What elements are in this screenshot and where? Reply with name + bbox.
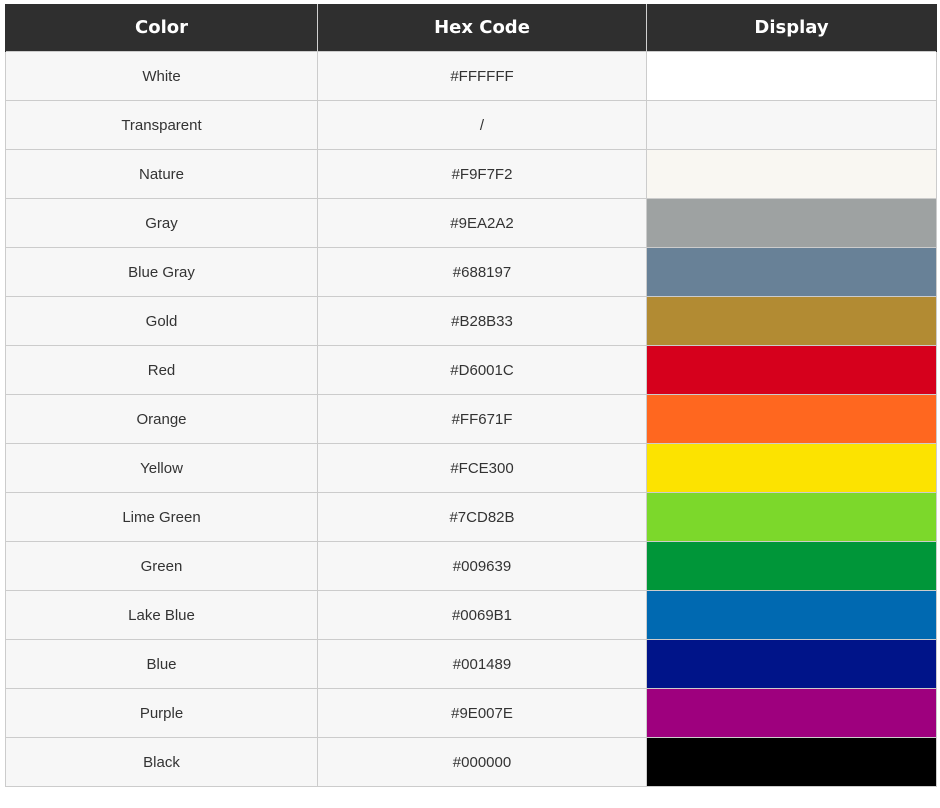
color-name-cell: Lime Green <box>5 492 318 542</box>
display-cell <box>646 100 937 150</box>
hex-code-cell: #9EA2A2 <box>317 198 647 248</box>
color-name-cell: Blue <box>5 639 318 689</box>
table-row: White #FFFFFF <box>5 51 937 101</box>
color-swatch <box>647 493 936 541</box>
header-hex-code: Hex Code <box>317 4 647 52</box>
table-row: Orange #FF671F <box>5 394 937 444</box>
table-row: Blue #001489 <box>5 639 937 689</box>
display-cell <box>646 394 937 444</box>
display-cell <box>646 639 937 689</box>
color-name-cell: Blue Gray <box>5 247 318 297</box>
color-name-cell: Yellow <box>5 443 318 493</box>
color-name-cell: Gold <box>5 296 318 346</box>
hex-code-cell: #001489 <box>317 639 647 689</box>
hex-code-cell: #688197 <box>317 247 647 297</box>
table-row: Green #009639 <box>5 541 937 591</box>
hex-code-cell: #B28B33 <box>317 296 647 346</box>
display-cell <box>646 443 937 493</box>
color-table-container: Color Hex Code Display White #FFFFFF Trans… <box>5 4 937 787</box>
hex-code-cell: #FCE300 <box>317 443 647 493</box>
display-cell <box>646 492 937 542</box>
color-swatch <box>647 444 936 492</box>
hex-code-cell: #D6001C <box>317 345 647 395</box>
display-cell <box>646 688 937 738</box>
color-swatch <box>647 150 936 198</box>
color-name-cell: Lake Blue <box>5 590 318 640</box>
color-swatch <box>647 395 936 443</box>
header-color: Color <box>5 4 318 52</box>
color-swatch <box>647 738 936 786</box>
color-name-cell: Nature <box>5 149 318 199</box>
table-body: White #FFFFFF Transparent / Nature #F9F7F2 Gra… <box>5 51 937 787</box>
color-name-cell: Purple <box>5 688 318 738</box>
display-cell <box>646 296 937 346</box>
hex-code-cell: #7CD82B <box>317 492 647 542</box>
table-row: Red #D6001C <box>5 345 937 395</box>
hex-code-cell: #0069B1 <box>317 590 647 640</box>
table-row: Black #000000 <box>5 737 937 787</box>
display-cell <box>646 51 937 101</box>
table-row: Transparent / <box>5 100 937 150</box>
color-name-cell: Orange <box>5 394 318 444</box>
color-swatch <box>647 199 936 247</box>
color-swatch <box>647 101 936 149</box>
hex-code-cell: #FFFFFF <box>317 51 647 101</box>
color-name-cell: White <box>5 51 318 101</box>
color-swatch <box>647 297 936 345</box>
header-row: Color Hex Code Display <box>5 4 937 52</box>
hex-code-cell: #000000 <box>317 737 647 787</box>
hex-code-cell: #009639 <box>317 541 647 591</box>
display-cell <box>646 590 937 640</box>
color-name-cell: Gray <box>5 198 318 248</box>
display-cell <box>646 541 937 591</box>
hex-code-cell: #FF671F <box>317 394 647 444</box>
header-display: Display <box>646 4 937 52</box>
color-swatch <box>647 640 936 688</box>
color-swatch <box>647 248 936 296</box>
color-swatch <box>647 591 936 639</box>
color-name-cell: Black <box>5 737 318 787</box>
table-row: Purple #9E007E <box>5 688 937 738</box>
color-swatch <box>647 52 936 100</box>
color-name-cell: Green <box>5 541 318 591</box>
table-row: Lime Green #7CD82B <box>5 492 937 542</box>
display-cell <box>646 149 937 199</box>
table-row: Blue Gray #688197 <box>5 247 937 297</box>
table-row: Lake Blue #0069B1 <box>5 590 937 640</box>
hex-code-cell: #9E007E <box>317 688 647 738</box>
color-swatch <box>647 542 936 590</box>
table-row: Yellow #FCE300 <box>5 443 937 493</box>
color-table: Color Hex Code Display White #FFFFFF Trans… <box>5 4 937 787</box>
table-row: Nature #F9F7F2 <box>5 149 937 199</box>
table-header: Color Hex Code Display <box>5 4 937 52</box>
display-cell <box>646 345 937 395</box>
color-name-cell: Red <box>5 345 318 395</box>
hex-code-cell: / <box>317 100 647 150</box>
color-swatch <box>647 346 936 394</box>
display-cell <box>646 198 937 248</box>
hex-code-cell: #F9F7F2 <box>317 149 647 199</box>
color-swatch <box>647 689 936 737</box>
display-cell <box>646 737 937 787</box>
color-name-cell: Transparent <box>5 100 318 150</box>
table-row: Gray #9EA2A2 <box>5 198 937 248</box>
display-cell <box>646 247 937 297</box>
table-row: Gold #B28B33 <box>5 296 937 346</box>
